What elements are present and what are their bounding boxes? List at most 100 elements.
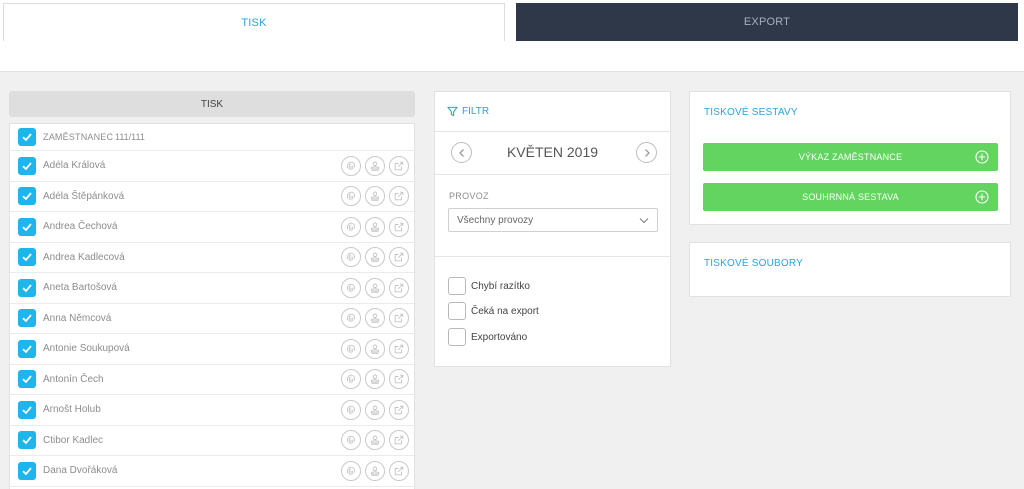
employee-row[interactable]: Andrea Čechová (10, 212, 414, 243)
export-button[interactable] (389, 430, 409, 451)
option-checkbox[interactable] (448, 302, 466, 320)
check-icon (22, 467, 32, 476)
fingerprint-button[interactable] (341, 430, 361, 451)
option-awaiting-export[interactable]: Čeká na export (448, 302, 539, 320)
stamp-button[interactable] (365, 399, 385, 420)
fingerprint-button[interactable] (341, 460, 361, 481)
export-button[interactable] (389, 460, 409, 481)
check-icon (22, 345, 32, 354)
stamp-button[interactable] (365, 247, 385, 268)
employee-row[interactable]: Arnošt Holub (10, 395, 414, 426)
export-button[interactable] (389, 369, 409, 390)
stamp-button[interactable] (365, 369, 385, 390)
option-checkbox[interactable] (448, 328, 466, 346)
employee-checkbox[interactable] (18, 187, 36, 206)
stamp-button[interactable] (365, 338, 385, 359)
check-icon (22, 314, 32, 323)
employee-row[interactable]: Andrea Kadlecová (10, 243, 414, 273)
employee-row[interactable]: Antonie Soukupová (10, 334, 414, 365)
stamp-button[interactable] (365, 308, 385, 329)
check-icon (22, 192, 32, 201)
employee-name: Antonie Soukupová (43, 343, 130, 355)
top-bar: TISK EXPORT (0, 0, 1024, 72)
stamp-button[interactable] (365, 155, 385, 176)
employee-report-label: VÝKAZ ZAMĚSTNANCE (798, 152, 903, 162)
fingerprint-button[interactable] (341, 216, 361, 237)
stamp-icon (371, 405, 379, 415)
stamp-button[interactable] (365, 430, 385, 451)
fingerprint-button[interactable] (341, 186, 361, 207)
next-month-button[interactable] (636, 142, 657, 163)
check-icon (22, 133, 32, 142)
employee-actions (341, 216, 409, 237)
check-icon (22, 253, 32, 262)
stamp-button[interactable] (365, 216, 385, 237)
employee-row[interactable]: Ctibor Kadlec (10, 426, 414, 456)
export-button[interactable] (389, 399, 409, 420)
employee-checkbox[interactable] (18, 339, 36, 358)
tab-export[interactable]: EXPORT (516, 3, 1018, 41)
employee-checkbox[interactable] (18, 461, 36, 480)
provoz-select[interactable]: Všechny provozy (448, 208, 658, 232)
employee-actions (341, 369, 409, 390)
employee-row[interactable]: Dana Dvořáková (10, 456, 414, 487)
export-button[interactable] (389, 216, 409, 237)
employee-checkbox[interactable] (18, 370, 36, 389)
employee-row[interactable]: Antonín Čech (10, 365, 414, 395)
check-icon (22, 375, 32, 384)
option-checkbox[interactable] (448, 277, 466, 295)
fingerprint-button[interactable] (341, 338, 361, 359)
export-icon (394, 253, 404, 262)
fingerprint-button[interactable] (341, 247, 361, 268)
employee-actions (341, 430, 409, 451)
employee-checkbox[interactable] (18, 278, 36, 297)
export-button[interactable] (389, 338, 409, 359)
fingerprint-icon (347, 314, 355, 323)
export-icon (394, 436, 404, 445)
export-icon (394, 222, 404, 231)
stamp-icon (371, 222, 379, 232)
export-button[interactable] (389, 186, 409, 207)
export-icon (394, 375, 404, 384)
check-icon (22, 284, 32, 293)
filter-title[interactable]: FILTR (447, 106, 489, 117)
print-reports-panel: TISKOVÉ SESTAVY VÝKAZ ZAMĚSTNANCE SOUHRN… (689, 91, 1011, 225)
stamp-button[interactable] (365, 277, 385, 298)
employee-checkbox[interactable] (18, 248, 36, 267)
employee-checkbox[interactable] (18, 309, 36, 328)
divider (435, 256, 670, 257)
employee-actions (341, 155, 409, 176)
fingerprint-button[interactable] (341, 369, 361, 390)
export-button[interactable] (389, 247, 409, 268)
tab-print[interactable]: TISK (3, 3, 505, 41)
option-exported[interactable]: Exportováno (448, 328, 527, 346)
stamp-icon (371, 344, 379, 354)
fingerprint-button[interactable] (341, 308, 361, 329)
fingerprint-button[interactable] (341, 155, 361, 176)
employee-checkbox[interactable] (18, 400, 36, 419)
fingerprint-button[interactable] (341, 399, 361, 420)
stamp-button[interactable] (365, 460, 385, 481)
export-button[interactable] (389, 308, 409, 329)
summary-report-button[interactable]: SOUHRNNÁ SESTAVA (703, 183, 998, 211)
fingerprint-icon (347, 253, 355, 262)
export-button[interactable] (389, 277, 409, 298)
employee-actions (341, 247, 409, 268)
employee-checkbox[interactable] (18, 217, 36, 236)
employee-actions (341, 308, 409, 329)
employee-row[interactable]: Aneta Bartošová (10, 273, 414, 304)
export-icon (394, 161, 404, 170)
fingerprint-button[interactable] (341, 277, 361, 298)
provoz-select-value: Všechny provozy (457, 214, 534, 226)
employee-row[interactable]: Adéla Štěpánková (10, 182, 414, 212)
export-button[interactable] (389, 155, 409, 176)
employee-row[interactable]: Adéla Králová (10, 151, 414, 182)
select-all-checkbox[interactable] (18, 128, 36, 146)
export-icon (394, 344, 404, 353)
employee-checkbox[interactable] (18, 156, 36, 175)
option-missing-stamp[interactable]: Chybí razítko (448, 277, 530, 295)
stamp-button[interactable] (365, 186, 385, 207)
employee-report-button[interactable]: VÝKAZ ZAMĚSTNANCE (703, 143, 998, 171)
employee-row[interactable]: Anna Němcová (10, 304, 414, 334)
employee-checkbox[interactable] (18, 431, 36, 450)
